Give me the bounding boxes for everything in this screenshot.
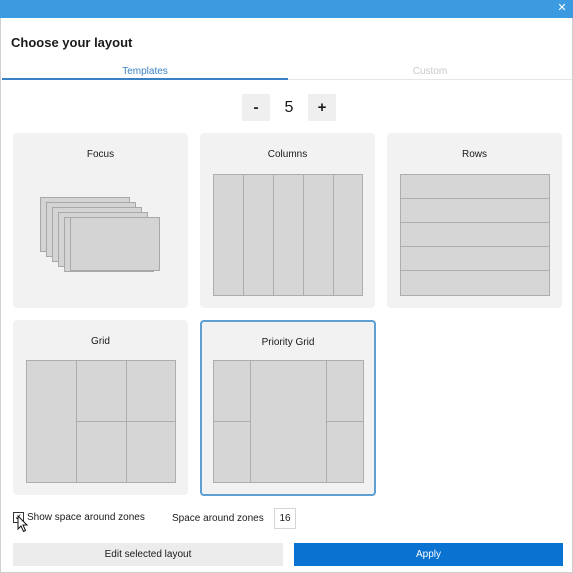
layout-card-grid[interactable]: Grid	[13, 320, 188, 495]
zone-count-value: 5	[284, 99, 294, 116]
column-zone	[303, 174, 334, 296]
column-zone	[243, 174, 274, 296]
priority-grid-zone	[250, 360, 327, 483]
layout-card-columns[interactable]: Columns	[200, 133, 375, 308]
decrease-zones-button[interactable]: -	[242, 94, 270, 121]
row-zone	[400, 246, 550, 271]
row-zone	[400, 270, 550, 296]
edit-selected-layout-button[interactable]: Edit selected layout	[13, 543, 283, 566]
title-bar: ✕	[0, 0, 573, 18]
column-zone	[213, 174, 244, 296]
row-zone	[400, 198, 550, 223]
layout-card-rows[interactable]: Rows	[387, 133, 562, 308]
priority-grid-zone	[213, 421, 251, 483]
row-zone	[400, 174, 550, 199]
layout-card-focus[interactable]: Focus	[13, 133, 188, 308]
priority-grid-zone	[213, 360, 251, 422]
layout-card-title: Rows	[461, 149, 487, 160]
show-space-checkbox[interactable]: ✓	[13, 512, 24, 523]
space-around-zones-label: Space around zones	[172, 513, 264, 524]
column-zone	[333, 174, 363, 296]
show-space-label[interactable]: Show space around zones	[27, 512, 145, 523]
layout-card-priority-grid[interactable]: Priority Grid	[200, 320, 376, 496]
focus-zone	[70, 217, 160, 271]
grid-zone	[126, 360, 176, 422]
close-icon[interactable]: ✕	[555, 1, 569, 15]
dialog-title: Choose your layout	[11, 35, 133, 50]
grid-zone	[126, 421, 176, 483]
priority-grid-zone	[326, 421, 364, 483]
grid-zone	[26, 360, 77, 483]
tab-divider	[288, 79, 572, 80]
apply-button[interactable]: Apply	[294, 543, 563, 566]
increase-zones-button[interactable]: +	[308, 94, 336, 121]
grid-zone	[76, 360, 127, 422]
priority-grid-zone	[326, 360, 364, 422]
layout-card-title: Grid	[91, 336, 110, 347]
grid-zone	[76, 421, 127, 483]
layout-card-title: Columns	[267, 149, 308, 160]
column-zone	[273, 174, 304, 296]
layout-card-title: Focus	[86, 149, 115, 160]
layout-card-title: Priority Grid	[261, 337, 315, 348]
selected-tab-indicator	[2, 78, 288, 80]
space-around-zones-input[interactable]	[274, 508, 296, 529]
row-zone	[400, 222, 550, 247]
